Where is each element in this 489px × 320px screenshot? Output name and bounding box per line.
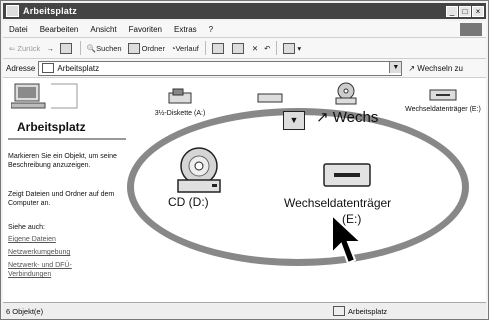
pane-description: Markieren Sie ein Objekt, um seine Besch… <box>8 153 117 169</box>
back-button[interactable]: ⇐ Zurück <box>9 44 40 53</box>
mouse-pointer-icon <box>331 213 364 265</box>
history-button[interactable]: ◔ Verlauf <box>171 44 199 53</box>
pane-title: Arbeitsplatz <box>17 120 86 134</box>
pane-tip: Zeigt Dateien und Ordner auf dem Compute… <box>8 191 115 207</box>
status-bar: 6 Objekt(e) Arbeitsplatz <box>3 302 486 319</box>
windows-logo-icon <box>460 22 482 36</box>
floppy-drive-item[interactable]: 3½-Diskette (A:) <box>145 88 215 117</box>
menu-extras[interactable]: Extras <box>168 25 203 34</box>
floppy-drive-icon <box>168 88 192 104</box>
address-value: Arbeitsplatz <box>57 63 100 73</box>
toolbar-separator <box>276 41 278 55</box>
computer-icon <box>6 5 19 17</box>
computer-icon <box>333 306 345 316</box>
copy-to-icon <box>231 42 244 54</box>
search-button[interactable]: 🔍 Suchen <box>87 44 122 53</box>
removable-drive-small-label: Wechseldatenträger (E:) <box>405 106 481 113</box>
maximize-button[interactable]: □ <box>459 5 471 17</box>
computer-icon <box>42 63 55 73</box>
menu-favoriten[interactable]: Favoriten <box>123 25 168 34</box>
hard-drive-icon <box>257 93 283 103</box>
cd-drive-small-icon <box>335 82 357 105</box>
copy-to-button[interactable] <box>231 42 246 54</box>
hard-drive-item[interactable] <box>255 92 285 106</box>
link-eigene-dateien[interactable]: Eigene Dateien <box>8 235 126 244</box>
toolbar-separator <box>204 41 206 55</box>
delete-x-icon: ✕ <box>251 43 259 53</box>
removable-drive-small-item[interactable]: Wechseldatenträger (E:) <box>397 88 489 113</box>
close-button[interactable]: × <box>472 5 484 17</box>
go-button[interactable]: ↗ Wechseln zu <box>408 64 463 73</box>
floppy-drive-label: 3½-Diskette (A:) <box>154 110 206 117</box>
menu-bearbeiten[interactable]: Bearbeiten <box>34 25 85 34</box>
cd-drive-small-item[interactable] <box>331 82 361 108</box>
folders-button[interactable]: Ordner <box>127 42 165 54</box>
folder-up-icon <box>59 42 72 54</box>
link-netzwerk-dfue[interactable]: Netzwerk- und DFÜ-Verbindungen <box>8 261 88 279</box>
undo-icon: ↶ <box>264 43 271 53</box>
undo-button[interactable]: ↶ <box>264 44 270 53</box>
removable-drive-icon[interactable] <box>322 160 372 190</box>
move-to-button[interactable] <box>211 42 226 54</box>
menu-datei[interactable]: Datei <box>3 25 34 34</box>
link-netzwerkumgebung[interactable]: Netzwerkumgebung <box>8 248 126 257</box>
address-bar: Adresse Arbeitsplatz ▼ ↗ Wechseln zu <box>3 59 486 78</box>
see-also-label: Siehe auch: <box>8 224 45 231</box>
menu-bar: Datei Bearbeiten Ansicht Favoriten Extra… <box>3 21 486 38</box>
forward-button[interactable]: → <box>46 44 54 53</box>
chevron-down-icon[interactable]: ▼ <box>389 61 402 73</box>
zoomed-address-dropdown[interactable]: ▼ <box>283 111 305 130</box>
go-arrow-icon: ↗ <box>408 63 416 73</box>
removable-drive-small-icon <box>429 89 457 101</box>
removable-drive-label: Wechseldatenträger <box>284 196 392 210</box>
toolbar: ⇐ Zurück → 🔍 Suchen Ordner ◔ Verlauf ✕ ↶ ▾ <box>3 38 486 59</box>
back-arrow-icon: ⇐ <box>9 43 16 53</box>
toolbar-separator <box>79 41 81 55</box>
pane-divider <box>8 138 126 140</box>
search-icon: 🔍 <box>86 43 97 53</box>
menu-help[interactable]: ? <box>203 25 219 34</box>
window-title: Arbeitsplatz <box>23 6 77 16</box>
address-input[interactable]: Arbeitsplatz ▼ <box>38 60 403 76</box>
delete-button[interactable]: ✕ <box>252 44 258 53</box>
status-count: 6 Objekt(e) <box>6 306 44 316</box>
cd-drive-label: CD (D:) <box>168 195 209 209</box>
info-pane: Arbeitsplatz Markieren Sie ein Objekt, u… <box>3 78 127 302</box>
folder-icon <box>127 42 140 54</box>
up-folder-button[interactable] <box>59 42 74 54</box>
views-icon <box>283 42 296 54</box>
move-to-icon <box>211 42 224 54</box>
zoomed-go-button[interactable]: ↗ Wechs <box>316 108 378 126</box>
status-location: Arbeitsplatz <box>333 306 387 316</box>
window-controls: _ □ × <box>446 5 484 17</box>
title-bar: Arbeitsplatz _ □ × <box>3 3 486 19</box>
menu-ansicht[interactable]: Ansicht <box>84 25 122 34</box>
computer-large-icon <box>11 83 78 109</box>
views-button[interactable]: ▾ <box>283 42 301 54</box>
minimize-button[interactable]: _ <box>446 5 458 17</box>
go-arrow-icon: ↗ <box>316 109 329 126</box>
address-label: Adresse <box>6 63 36 73</box>
cd-drive-icon[interactable] <box>172 146 226 194</box>
